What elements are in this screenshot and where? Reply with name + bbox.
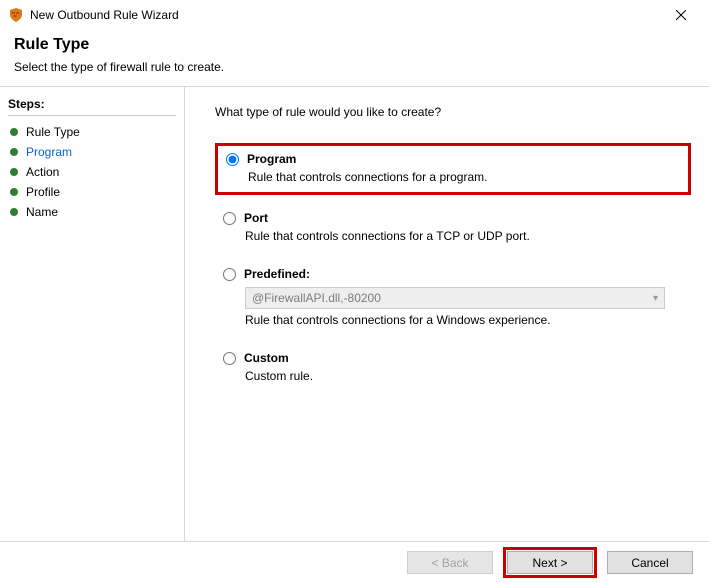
bullet-icon — [10, 148, 18, 156]
option-label: Program — [247, 152, 296, 166]
page-subtitle: Select the type of firewall rule to crea… — [14, 60, 695, 74]
step-label: Action — [26, 165, 59, 179]
step-label: Name — [26, 205, 58, 219]
firewall-shield-icon — [8, 7, 24, 23]
option-desc: Rule that controls connections for a Win… — [245, 313, 685, 327]
step-action[interactable]: Action — [8, 162, 176, 182]
option-label: Custom — [244, 351, 289, 365]
bullet-icon — [10, 188, 18, 196]
window-title: New Outbound Rule Wizard — [30, 8, 179, 22]
predefined-select-value: @FirewallAPI.dll,-80200 — [252, 291, 381, 305]
radio-custom[interactable] — [223, 352, 236, 365]
steps-heading: Steps: — [8, 97, 176, 116]
bullet-icon — [10, 168, 18, 176]
chevron-down-icon: ▾ — [653, 293, 658, 304]
option-predefined: Predefined: @FirewallAPI.dll,-80200 ▾ Ru… — [215, 261, 691, 335]
predefined-select[interactable]: @FirewallAPI.dll,-80200 ▾ — [245, 287, 665, 309]
step-label: Program — [26, 145, 72, 159]
close-icon — [676, 10, 686, 20]
option-label: Predefined: — [244, 267, 310, 281]
radio-port[interactable] — [223, 212, 236, 225]
step-name[interactable]: Name — [8, 202, 176, 222]
wizard-content: What type of rule would you like to crea… — [185, 87, 709, 541]
option-desc: Custom rule. — [245, 369, 685, 383]
step-label: Rule Type — [26, 125, 80, 139]
step-program[interactable]: Program — [8, 142, 176, 162]
prompt-text: What type of rule would you like to crea… — [215, 105, 691, 119]
option-custom: Custom Custom rule. — [215, 345, 691, 391]
close-button[interactable] — [659, 0, 703, 30]
cancel-button[interactable]: Cancel — [607, 551, 693, 574]
back-button[interactable]: < Back — [407, 551, 493, 574]
step-profile[interactable]: Profile — [8, 182, 176, 202]
option-desc: Rule that controls connections for a pro… — [248, 170, 682, 184]
radio-program[interactable] — [226, 153, 239, 166]
option-port: Port Rule that controls connections for … — [215, 205, 691, 251]
radio-predefined[interactable] — [223, 268, 236, 281]
wizard-header: Rule Type Select the type of firewall ru… — [0, 30, 709, 86]
titlebar: New Outbound Rule Wizard — [0, 0, 709, 30]
steps-sidebar: Steps: Rule Type Program Action Profile … — [0, 87, 185, 541]
bullet-icon — [10, 128, 18, 136]
step-label: Profile — [26, 185, 60, 199]
page-title: Rule Type — [14, 36, 695, 54]
next-button[interactable]: Next > — [507, 551, 593, 574]
option-label: Port — [244, 211, 268, 225]
step-rule-type[interactable]: Rule Type — [8, 122, 176, 142]
option-program: Program Rule that controls connections f… — [215, 143, 691, 195]
option-desc: Rule that controls connections for a TCP… — [245, 229, 685, 243]
bullet-icon — [10, 208, 18, 216]
wizard-footer: < Back Next > Cancel — [0, 541, 709, 583]
